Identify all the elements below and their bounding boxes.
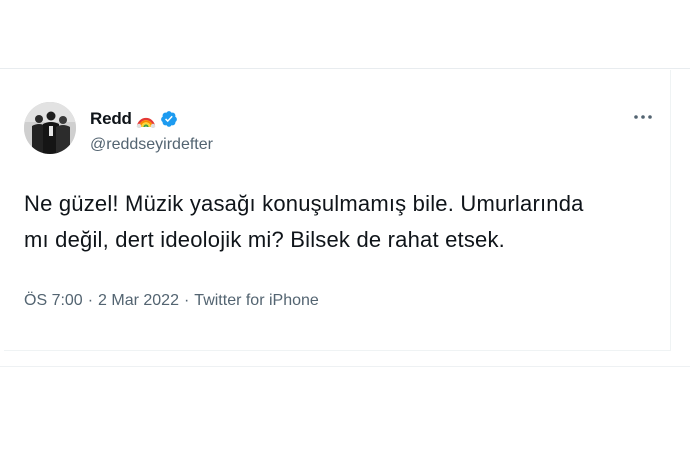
bottom-divider [0, 366, 690, 367]
tweet-source[interactable]: Twitter for iPhone [194, 292, 319, 310]
page: Redd @reddseyirdefter Ne güzel! Müzik ya… [0, 0, 690, 450]
top-divider [0, 68, 690, 69]
display-name[interactable]: Redd [90, 109, 132, 129]
name-row: Redd [90, 108, 178, 130]
tweet-text-line-2: mı değil, dert ideolojik mi? Bilsek de r… [24, 227, 505, 252]
tweet-meta: ÖS 7:00 · 2 Mar 2022 · Twitter for iPhon… [24, 292, 319, 310]
avatar-photo-icon [24, 102, 76, 154]
more-options-button[interactable] [630, 106, 656, 128]
tweet-date[interactable]: 2 Mar 2022 [98, 292, 179, 310]
user-handle[interactable]: @reddseyirdefter [90, 136, 213, 154]
tweet-text: Ne güzel! Müzik yasağı konuşulmamış bile… [24, 186, 654, 258]
tweet-time[interactable]: ÖS 7:00 [24, 292, 83, 310]
verified-badge-icon [160, 110, 178, 128]
meta-separator: · [183, 292, 190, 309]
meta-separator: · [87, 292, 94, 309]
avatar[interactable] [24, 102, 76, 154]
rainbow-emoji-icon [136, 110, 156, 129]
tweet-card[interactable]: Redd @reddseyirdefter Ne güzel! Müzik ya… [4, 70, 671, 351]
more-options-icon [634, 115, 652, 119]
tweet-text-line-1: Ne güzel! Müzik yasağı konuşulmamış bile… [24, 191, 584, 216]
